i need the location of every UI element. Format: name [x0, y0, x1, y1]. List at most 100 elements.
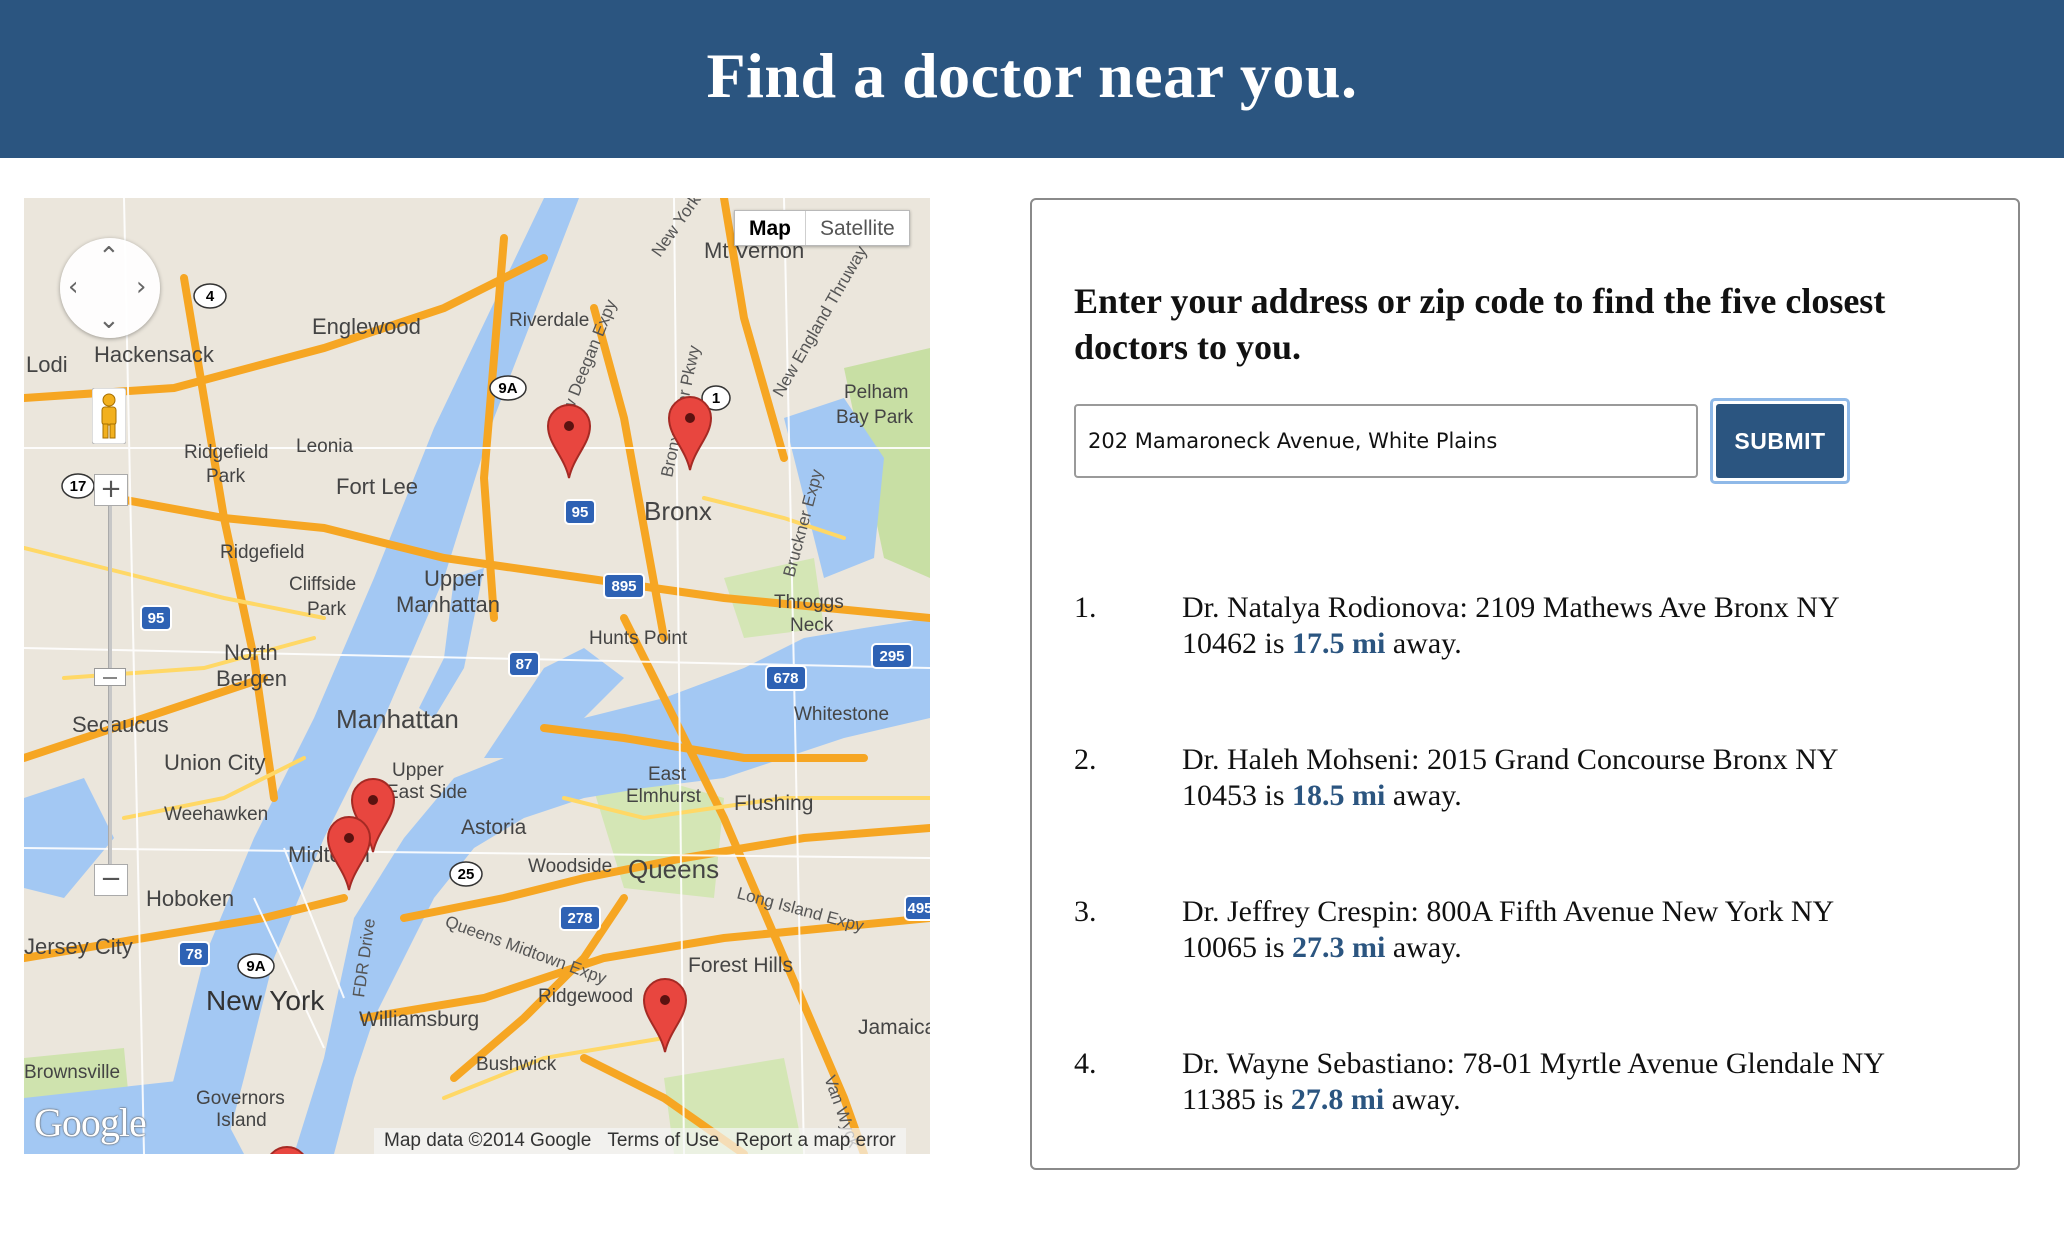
svg-text:Fort Lee: Fort Lee: [336, 474, 418, 499]
result-is: is: [1264, 931, 1285, 964]
svg-text:Hunts Point: Hunts Point: [589, 628, 688, 649]
doctor-marker[interactable]: [546, 404, 592, 480]
svg-text:Manhattan: Manhattan: [336, 704, 459, 734]
svg-text:9A: 9A: [246, 958, 265, 975]
zoom-in-button[interactable]: +: [94, 474, 128, 506]
svg-text:East Side: East Side: [386, 782, 467, 803]
page-title: Find a doctor near you.: [706, 40, 1358, 111]
map-type-control: Map Satellite: [734, 210, 910, 246]
submit-button-focus-ring: SUBMIT: [1710, 398, 1850, 484]
terms-of-use-link[interactable]: Terms of Use: [607, 1130, 719, 1152]
svg-text:Bushwick: Bushwick: [476, 1054, 557, 1075]
svg-text:Leonia: Leonia: [296, 436, 353, 457]
svg-text:Neck: Neck: [790, 615, 834, 636]
map-view[interactable]: Mt Vernon Riverdale Englewood Hackensack…: [24, 198, 930, 1154]
svg-text:Secaucus: Secaucus: [72, 712, 169, 737]
svg-text:295: 295: [879, 648, 904, 665]
report-map-error-link[interactable]: Report a map error: [735, 1130, 896, 1152]
result-is: is: [1264, 779, 1285, 812]
svg-text:895: 895: [611, 578, 636, 595]
svg-text:Flushing: Flushing: [734, 792, 813, 815]
result-name-address: Dr. Wayne Sebastiano: 78-01 Myrtle Avenu…: [1182, 1047, 1884, 1116]
pan-down-icon[interactable]: ⌃: [98, 302, 120, 332]
svg-text:Manhattan: Manhattan: [396, 592, 500, 617]
svg-text:25: 25: [458, 866, 475, 883]
svg-text:Elmhurst: Elmhurst: [626, 786, 702, 807]
svg-text:North: North: [224, 640, 278, 665]
svg-text:4: 4: [206, 288, 215, 305]
result-distance: 27.8 mi: [1290, 1083, 1385, 1116]
result-number: 4.: [1074, 1047, 1097, 1080]
result-item: 3. Dr. Jeffrey Crespin: 800A Fifth Avenu…: [1074, 894, 1974, 1046]
result-number: 1.: [1074, 591, 1097, 624]
svg-text:Cliffside: Cliffside: [289, 574, 356, 595]
svg-text:9A: 9A: [498, 380, 517, 397]
doctor-marker[interactable]: [667, 396, 713, 472]
result-item: 2. Dr. Haleh Mohseni: 2015 Grand Concour…: [1074, 742, 1974, 894]
doctor-marker[interactable]: [642, 978, 688, 1054]
result-number: 2.: [1074, 743, 1097, 776]
svg-text:Union City: Union City: [164, 750, 265, 775]
result-away: away.: [1392, 627, 1462, 660]
result-away: away.: [1392, 931, 1462, 964]
svg-text:Jamaica: Jamaica: [858, 1016, 930, 1039]
svg-text:Ridgefield: Ridgefield: [184, 442, 269, 463]
doctor-marker[interactable]: [326, 816, 372, 892]
svg-text:1: 1: [712, 390, 720, 407]
search-prompt: Enter your address or zip code to find t…: [1074, 281, 1886, 367]
results-list: 1. Dr. Natalya Rodionova: 2109 Mathews A…: [1074, 590, 1974, 1198]
svg-text:Pelham: Pelham: [844, 382, 908, 403]
svg-text:East: East: [648, 764, 687, 785]
result-text: Dr. Jeffrey Crespin: 800A Fifth Avenue N…: [1182, 894, 1902, 966]
svg-text:Throggs: Throggs: [774, 592, 844, 613]
zoom-out-button[interactable]: −: [94, 864, 128, 896]
map-type-map-button[interactable]: Map: [735, 211, 806, 245]
svg-text:678: 678: [773, 670, 798, 687]
google-logo: Google: [34, 1100, 147, 1145]
zoom-slider-thumb[interactable]: [94, 668, 126, 686]
svg-text:Astoria: Astoria: [461, 816, 527, 839]
map-type-satellite-button[interactable]: Satellite: [806, 211, 909, 245]
result-distance: 18.5 mi: [1292, 779, 1386, 812]
svg-text:278: 278: [567, 910, 592, 927]
svg-text:495: 495: [907, 900, 930, 917]
map-base-layer: Mt Vernon Riverdale Englewood Hackensack…: [24, 198, 930, 1154]
result-number: 3.: [1074, 895, 1097, 928]
svg-text:Englewood: Englewood: [312, 314, 421, 339]
address-input[interactable]: [1074, 404, 1698, 478]
result-item: 1. Dr. Natalya Rodionova: 2109 Mathews A…: [1074, 590, 1974, 742]
submit-button[interactable]: SUBMIT: [1716, 404, 1844, 478]
result-is: is: [1263, 1083, 1284, 1116]
pan-control[interactable]: ⌃ ⌃ ‹ ›: [60, 238, 160, 338]
svg-text:17: 17: [70, 478, 87, 495]
svg-text:Brownsville: Brownsville: [24, 1062, 120, 1083]
pan-up-icon[interactable]: ⌃: [98, 244, 120, 270]
svg-text:Ridgefield: Ridgefield: [220, 542, 305, 563]
pan-right-icon[interactable]: ›: [136, 274, 146, 300]
result-text: Dr. Haleh Mohseni: 2015 Grand Concourse …: [1182, 742, 1902, 814]
svg-text:Riverdale: Riverdale: [509, 310, 589, 331]
result-distance: 17.5 mi: [1292, 627, 1386, 660]
result-text: Dr. Natalya Rodionova: 2109 Mathews Ave …: [1182, 590, 1902, 662]
svg-text:87: 87: [516, 656, 533, 673]
svg-text:Ridgewood: Ridgewood: [538, 986, 633, 1007]
svg-text:Upper: Upper: [392, 760, 444, 781]
map-footer: Map data ©2014 Google Terms of Use Repor…: [374, 1128, 906, 1154]
pan-left-icon[interactable]: ‹: [68, 274, 78, 300]
svg-text:Hackensack: Hackensack: [94, 342, 215, 367]
result-distance: 27.3 mi: [1292, 931, 1386, 964]
svg-text:Woodside: Woodside: [528, 856, 612, 877]
svg-text:Park: Park: [206, 466, 246, 487]
svg-text:95: 95: [572, 504, 589, 521]
svg-text:Williamsburg: Williamsburg: [359, 1008, 479, 1031]
result-away: away.: [1391, 1083, 1461, 1116]
street-view-pegman-icon[interactable]: [92, 388, 126, 444]
result-away: away.: [1392, 779, 1462, 812]
result-text: Dr. Wayne Sebastiano: 78-01 Myrtle Avenu…: [1182, 1046, 1902, 1118]
doctor-marker[interactable]: [264, 1146, 310, 1154]
svg-text:Queens: Queens: [628, 854, 719, 884]
svg-text:New York: New York: [206, 985, 325, 1016]
svg-text:Jersey City: Jersey City: [24, 934, 133, 959]
svg-text:Bergen: Bergen: [216, 666, 287, 691]
svg-text:Whitestone: Whitestone: [794, 704, 889, 725]
